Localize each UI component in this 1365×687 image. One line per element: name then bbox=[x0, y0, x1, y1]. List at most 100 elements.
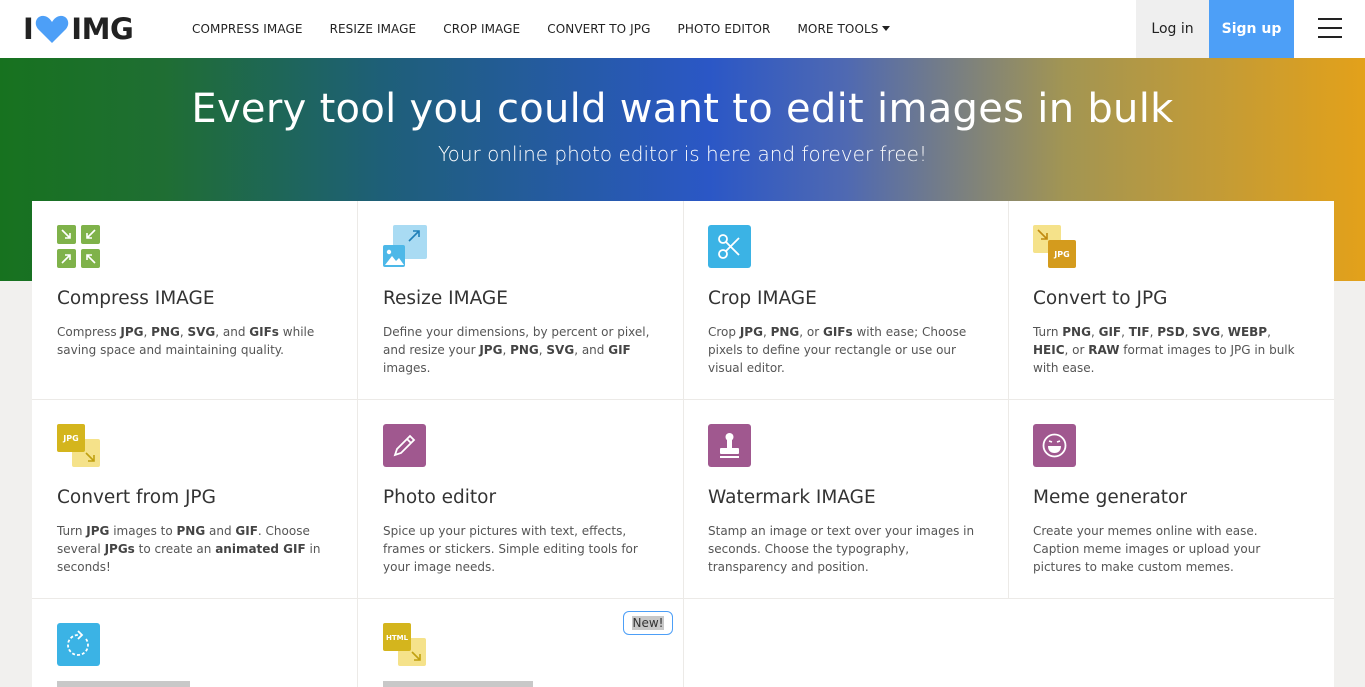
signup-button[interactable]: Sign up bbox=[1209, 0, 1294, 58]
description-text: Turn bbox=[1033, 325, 1063, 339]
nav-resize-image[interactable]: RESIZE IMAGE bbox=[330, 22, 417, 36]
stamp-icon bbox=[708, 424, 751, 467]
description-text: , or bbox=[799, 325, 823, 339]
format-keyword: animated GIF bbox=[215, 542, 306, 556]
tool-description: Create your memes online with ease. Capt… bbox=[1033, 522, 1303, 576]
new-badge: New! bbox=[623, 611, 673, 635]
tool-card-resize[interactable]: Resize IMAGE Define your dimensions, by … bbox=[358, 201, 684, 400]
tool-card-crop[interactable]: Crop IMAGE Crop JPG, PNG, or GIFs with e… bbox=[683, 201, 1009, 400]
nav-crop-image[interactable]: CROP IMAGE bbox=[443, 22, 520, 36]
nav-photo-editor[interactable]: PHOTO EDITOR bbox=[677, 22, 770, 36]
format-keyword: PNG bbox=[510, 343, 539, 357]
logo[interactable]: I IMG bbox=[23, 12, 134, 46]
description-text: and bbox=[205, 524, 236, 538]
description-text: , bbox=[1220, 325, 1228, 339]
logo-text-right: IMG bbox=[71, 12, 134, 46]
tool-title: Convert to JPG bbox=[1033, 288, 1168, 309]
meme-face-icon bbox=[1033, 424, 1076, 467]
format-keyword: JPG bbox=[739, 325, 763, 339]
nav-convert-to-jpg[interactable]: CONVERT TO JPG bbox=[547, 22, 650, 36]
format-keyword: SVG bbox=[1192, 325, 1221, 339]
tool-card-rotate[interactable] bbox=[32, 599, 358, 687]
description-text: , bbox=[762, 325, 771, 339]
format-keyword: PNG bbox=[770, 325, 800, 339]
empty-grid-cell bbox=[683, 599, 1009, 687]
main-nav: COMPRESS IMAGE RESIZE IMAGE CROP IMAGE C… bbox=[192, 0, 917, 58]
description-text: , and bbox=[574, 343, 609, 357]
description-text: images to bbox=[109, 524, 177, 538]
format-keyword: GIF bbox=[608, 343, 631, 357]
caret-down-icon bbox=[881, 26, 890, 31]
convert-from-jpg-icon: JPG bbox=[57, 424, 100, 467]
tool-description: Turn PNG, GIF, TIF, PSD, SVG, WEBP, HEIC… bbox=[1033, 323, 1303, 377]
description-text: , bbox=[143, 325, 152, 339]
description-text: to create an bbox=[134, 542, 216, 556]
nav-more-tools[interactable]: MORE TOOLS bbox=[797, 22, 890, 36]
description-text: Spice up your pictures with text, effect… bbox=[383, 524, 638, 574]
hamburger-menu-icon[interactable] bbox=[1318, 18, 1342, 38]
hero-subtitle: Your online photo editor is here and for… bbox=[438, 142, 927, 166]
format-keyword: JPGs bbox=[104, 542, 135, 556]
tool-title: Crop IMAGE bbox=[708, 288, 817, 309]
format-keyword: JPG bbox=[120, 325, 144, 339]
format-keyword: SVG bbox=[546, 343, 575, 357]
format-keyword: GIFs bbox=[249, 325, 279, 339]
description-text: Stamp an image or text over your images … bbox=[708, 524, 975, 574]
description-text: , or bbox=[1064, 343, 1089, 357]
tool-card-meme-generator[interactable]: Meme generator Create your memes online … bbox=[1008, 400, 1334, 599]
tool-description: Spice up your pictures with text, effect… bbox=[383, 522, 653, 576]
tool-card-photo-editor[interactable]: Photo editor Spice up your pictures with… bbox=[358, 400, 684, 599]
tool-title: Meme generator bbox=[1033, 487, 1187, 508]
pencil-icon bbox=[383, 424, 426, 467]
description-text: , bbox=[502, 343, 511, 357]
format-keyword: JPG bbox=[479, 343, 503, 357]
top-navigation-bar: I IMG COMPRESS IMAGE RESIZE IMAGE CROP I… bbox=[0, 0, 1365, 58]
format-keyword: HEIC bbox=[1033, 343, 1065, 357]
format-keyword: RAW bbox=[1088, 343, 1120, 357]
tool-description: Stamp an image or text over your images … bbox=[708, 522, 978, 576]
nav-more-tools-label: MORE TOOLS bbox=[797, 22, 879, 36]
description-text: Compress bbox=[57, 325, 121, 339]
description-text: Turn bbox=[57, 524, 87, 538]
tool-card-watermark[interactable]: Watermark IMAGE Stamp an image or text o… bbox=[683, 400, 1009, 599]
nav-compress-image[interactable]: COMPRESS IMAGE bbox=[192, 22, 303, 36]
scissors-icon bbox=[708, 225, 751, 268]
format-keyword: GIF bbox=[1098, 325, 1122, 339]
format-keyword: GIF bbox=[235, 524, 258, 538]
heart-icon bbox=[36, 15, 69, 44]
tool-description: Define your dimensions, by percent or pi… bbox=[383, 323, 653, 377]
tool-title: Resize IMAGE bbox=[383, 288, 508, 309]
tool-title: Compress IMAGE bbox=[57, 288, 215, 309]
format-keyword: GIFs bbox=[822, 325, 853, 339]
format-keyword: PNG bbox=[176, 524, 206, 538]
format-keyword: WEBP bbox=[1227, 325, 1268, 339]
format-keyword: PNG bbox=[1062, 325, 1091, 339]
format-keyword: TIF bbox=[1128, 325, 1150, 339]
login-button[interactable]: Log in bbox=[1136, 0, 1209, 58]
format-keyword: JPG bbox=[86, 524, 110, 538]
tool-description: Crop JPG, PNG, or GIFs with ease; Choose… bbox=[708, 323, 978, 377]
description-text: Create your memes online with ease. Capt… bbox=[1033, 524, 1261, 574]
convert-to-jpg-icon: JPG bbox=[1033, 225, 1076, 268]
tool-card-convert-to-jpg[interactable]: JPG Convert to JPG Turn PNG, GIF, TIF, P… bbox=[1008, 201, 1334, 400]
format-keyword: PNG bbox=[151, 325, 180, 339]
description-text: Crop bbox=[708, 325, 740, 339]
svg-text:HTML: HTML bbox=[386, 634, 409, 642]
tool-title-placeholder bbox=[57, 681, 190, 687]
description-text: , and bbox=[215, 325, 250, 339]
resize-icon bbox=[383, 225, 427, 267]
tool-card-convert-from-jpg[interactable]: JPG Convert from JPG Turn JPG images to … bbox=[32, 400, 358, 599]
tool-description: Turn JPG images to PNG and GIF. Choose s… bbox=[57, 522, 327, 576]
tool-card-compress[interactable]: Compress IMAGE Compress JPG, PNG, SVG, a… bbox=[32, 201, 358, 400]
tool-title-placeholder bbox=[383, 681, 533, 687]
description-text: , bbox=[1267, 325, 1271, 339]
description-text: images. bbox=[383, 361, 431, 375]
compress-icon bbox=[57, 225, 100, 268]
svg-text:JPG: JPG bbox=[1053, 250, 1069, 259]
tool-description: Compress JPG, PNG, SVG, and GIFs while s… bbox=[57, 323, 327, 359]
tool-title: Watermark IMAGE bbox=[708, 487, 876, 508]
svg-text:JPG: JPG bbox=[62, 434, 78, 443]
tools-grid: Compress IMAGE Compress JPG, PNG, SVG, a… bbox=[32, 201, 1334, 687]
tool-title: Convert from JPG bbox=[57, 487, 216, 508]
description-text: , bbox=[1121, 325, 1129, 339]
